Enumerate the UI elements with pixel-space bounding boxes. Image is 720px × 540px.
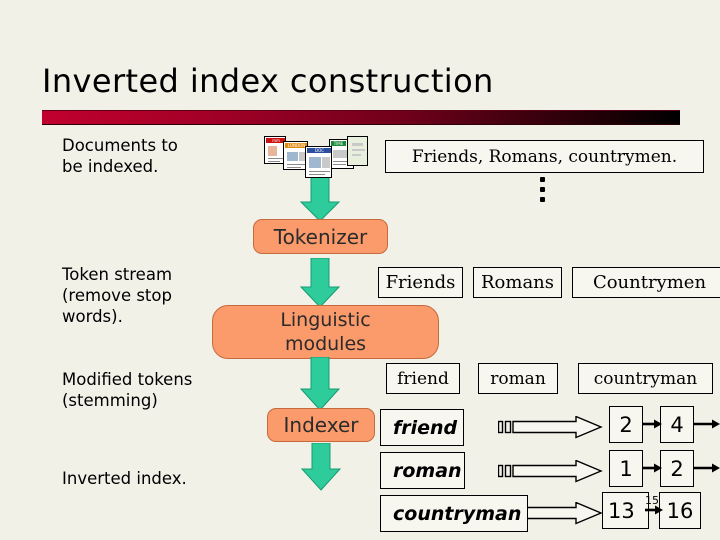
postings-pointer-arrow	[498, 460, 603, 483]
dictionary-term-box: friend	[380, 409, 464, 446]
sample-sentence-box: Friends, Romans, countrymen.	[385, 140, 704, 173]
document-icon	[347, 136, 368, 166]
dictionary-term-box: countryman	[380, 495, 528, 532]
stemmed-token-box: roman	[478, 363, 558, 394]
posting-doc-id: 1	[609, 450, 643, 487]
posting-doc-id: 2	[609, 406, 643, 443]
posting-doc-id: 4	[660, 406, 694, 443]
process-linguistic-modules[interactable]: Linguistic modules	[212, 305, 439, 359]
process-linguistic-label-line1: Linguistic	[280, 309, 371, 331]
slide-canvas: Inverted index construction Documents to…	[0, 0, 720, 540]
caption-token-stream: Token stream (remove stop words).	[62, 265, 173, 326]
process-indexer[interactable]: Indexer	[267, 408, 375, 442]
process-tokenizer-label: Tokenizer	[273, 224, 368, 249]
page-title: Inverted index construction	[42, 62, 494, 100]
token-box: Friends	[378, 267, 463, 298]
flow-arrow-indexer-output	[300, 443, 342, 491]
stemmed-token-box: friend	[386, 363, 460, 394]
posting-link-arrow	[642, 419, 662, 429]
title-divider-bar	[42, 110, 680, 125]
posting-doc-id-superscript: 15	[645, 494, 659, 507]
posting-doc-id: 13	[602, 492, 649, 529]
caption-modified-tokens: Modified tokens (stemming)	[62, 370, 193, 410]
posting-doc-id: 16	[659, 492, 701, 529]
process-tokenizer[interactable]: Tokenizer	[253, 219, 388, 254]
process-indexer-label: Indexer	[283, 413, 359, 437]
caption-documents: Documents to be indexed.	[62, 136, 178, 176]
document-icon: DOC	[305, 146, 332, 178]
caption-inverted-index: Inverted index.	[62, 469, 187, 488]
stemmed-token-box: countryman	[578, 363, 713, 394]
posting-continuation-arrow	[693, 463, 720, 473]
flow-arrow-documents-to-tokenizer	[299, 176, 341, 222]
token-box: Romans	[473, 267, 562, 298]
vertical-ellipsis-icon	[537, 177, 547, 202]
posting-link-arrow	[642, 463, 662, 473]
token-box: Countrymen	[572, 267, 720, 298]
dictionary-term-box: roman	[380, 452, 465, 489]
postings-pointer-arrow	[498, 416, 603, 439]
flow-arrow-tokenizer-to-linguistic	[299, 258, 341, 308]
process-linguistic-label-line2: modules	[284, 333, 367, 355]
flow-arrow-linguistic-to-indexer	[299, 357, 341, 411]
posting-doc-id: 2	[660, 450, 694, 487]
posting-continuation-arrow	[693, 419, 720, 429]
document-stack-icon: mm LONDON DOC TIME	[264, 136, 368, 180]
